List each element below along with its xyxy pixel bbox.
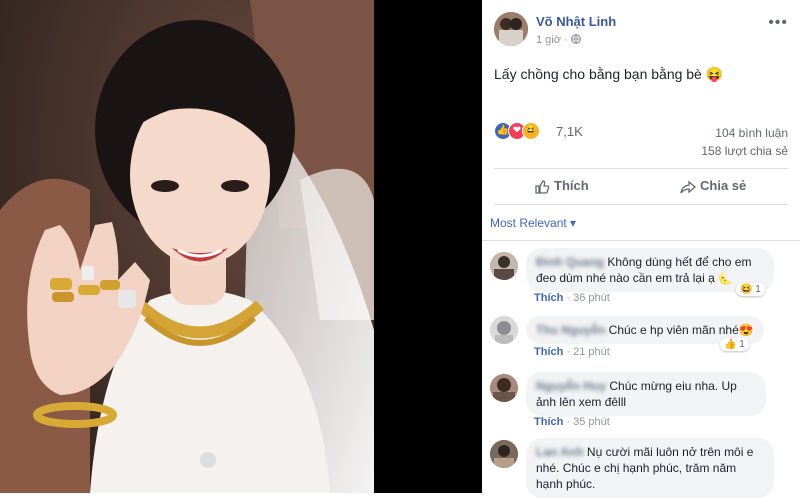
like-label: Thích [554,178,589,193]
comment-sort-dropdown[interactable]: Most Relevant ▾ [490,216,576,230]
haha-reaction-icon: 😆 [522,122,540,140]
dot-separator: · [564,34,568,46]
divider [494,168,788,169]
comments-count[interactable]: 104 bình luận [715,126,788,140]
more-options-icon[interactable]: ••• [768,14,788,32]
comment-item: Nguyễn Huy Chúc mừng eiu nha. Up ảnh lên… [490,372,792,432]
like-button[interactable]: Thích [534,178,589,195]
shares-count[interactable]: 158 lượt chia sẻ [701,144,788,158]
comment-item: Thu Nguyễn Chúc e hp viên mãn nhé😍 👍 1 T… [490,316,792,360]
comment-like-button[interactable]: Thích [534,416,563,428]
commenter-avatar[interactable] [490,252,518,280]
commenter-avatar[interactable] [490,316,518,344]
commenter-name[interactable]: Lan Anh [536,445,584,459]
comment-time[interactable]: 36 phút [573,292,610,304]
comment-reaction-count: 1 [755,284,761,295]
globe-icon[interactable] [570,34,581,46]
comment-item: Đinh Quang Không dùng hết để cho em đeo … [490,248,792,308]
share-arrow-icon [680,178,700,193]
comment-reaction-count: 1 [739,339,745,350]
comment-time[interactable]: 21 phút [573,346,610,358]
comment-time[interactable]: 35 phút [573,416,610,428]
comment-reaction-badge[interactable]: 👍 1 [720,338,749,351]
commenter-avatar[interactable] [490,374,518,402]
post-time[interactable]: 1 giờ [536,34,561,46]
comment-actions: Thích · 35 phút [534,416,610,428]
commenter-avatar[interactable] [490,440,518,468]
post-text: Lấy chồng cho bằng bạn bằng bè 😝 [494,66,724,82]
commenter-name[interactable]: Đinh Quang [536,255,604,269]
comment-actions: Thích · 21 phút [534,346,610,358]
comment-item: Lan Anh Nụ cười mãi luôn nở trên môi e n… [490,438,792,498]
bride-photo-illustration [0,0,374,493]
comment-actions: Thích · 36 phút [534,292,610,304]
reaction-count: 7,1K [556,124,583,139]
comment-reaction-badge[interactable]: 😆 1 [736,283,765,296]
divider [494,204,788,205]
commenter-name[interactable]: Thu Nguyễn [536,323,605,337]
comment-bubble: Nguyễn Huy Chúc mừng eiu nha. Up ảnh lên… [526,372,766,416]
post-photo[interactable] [0,0,374,493]
comment-text: Chúc e hp viên mãn nhé😍 [608,323,754,337]
post-panel: Võ Nhật Linh 1 giờ · ••• Lấy chồng cho b… [482,0,800,498]
photo-letterbox [374,0,482,493]
comment-like-button[interactable]: Thích [534,292,563,304]
author-avatar[interactable] [494,12,528,46]
post-meta: 1 giờ · [536,34,581,46]
divider [482,240,800,241]
thumbs-up-icon [534,178,554,194]
author-name[interactable]: Võ Nhật Linh [536,14,616,29]
comment-like-button[interactable]: Thích [534,346,563,358]
comment-bubble: Lan Anh Nụ cười mãi luôn nở trên môi e n… [526,438,774,498]
share-button[interactable]: Chia sẻ [680,178,746,195]
commenter-name[interactable]: Nguyễn Huy [536,379,606,393]
share-label: Chia sẻ [700,178,747,193]
